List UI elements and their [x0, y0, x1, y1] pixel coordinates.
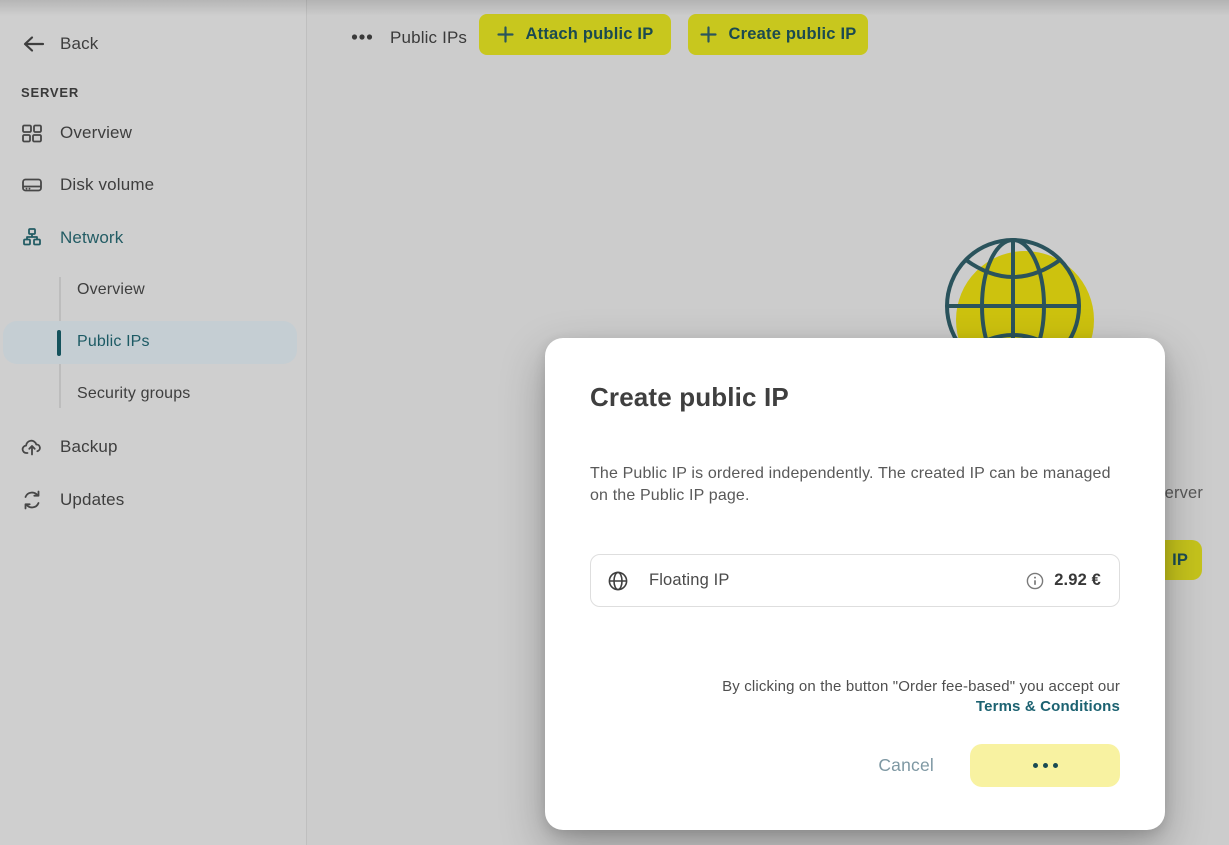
dashboard-icon: [20, 121, 44, 145]
loading-dot: [1053, 763, 1058, 768]
terms-paragraph: By clicking on the button "Order fee-bas…: [588, 677, 1120, 717]
attach-public-ip-label: Attach public IP: [526, 25, 654, 44]
sidebar-item-label: Overview: [60, 123, 132, 143]
create-public-ip-button[interactable]: Create public IP: [688, 14, 868, 55]
modal-actions: Cancel: [878, 744, 1120, 787]
sidebar-item-label: Backup: [60, 437, 118, 457]
globe-icon: [607, 570, 629, 592]
sidebar-item-updates[interactable]: Updates: [0, 484, 306, 516]
sidebar-subitem-public-ips[interactable]: Public IPs: [77, 328, 150, 356]
order-fee-based-button-loading[interactable]: [970, 744, 1120, 787]
sidebar-item-backup[interactable]: Backup: [0, 431, 306, 463]
plus-icon: [700, 26, 717, 43]
sidebar-subitem-security-groups[interactable]: Security groups: [77, 380, 190, 408]
plus-icon: [497, 26, 514, 43]
terms-text: By clicking on the button "Order fee-bas…: [722, 678, 1120, 695]
create-public-ip-label: Create public IP: [729, 25, 857, 44]
page-title: Public IPs: [390, 28, 467, 48]
price-label: 2.92 €: [1054, 571, 1101, 590]
modal-description: The Public IP is ordered independently. …: [590, 463, 1122, 507]
selected-subitem-highlight[interactable]: [3, 321, 297, 364]
selected-subitem-bar: [57, 330, 61, 356]
sidebar-item-label: Disk volume: [60, 175, 154, 195]
network-icon: [20, 226, 44, 250]
ellipsis-icon[interactable]: [351, 31, 373, 43]
back-label: Back: [60, 34, 98, 54]
sidebar-subitem-label: Public IPs: [77, 333, 150, 351]
info-icon[interactable]: [1026, 572, 1044, 590]
disk-icon: [20, 173, 44, 197]
modal-title: Create public IP: [590, 382, 789, 413]
loading-dot: [1043, 763, 1048, 768]
terms-and-conditions-link[interactable]: Terms & Conditions: [976, 698, 1120, 715]
back-button[interactable]: Back: [0, 28, 306, 60]
create-public-ip-modal: Create public IP The Public IP is ordere…: [545, 338, 1165, 830]
loading-dot: [1033, 763, 1038, 768]
sidebar-subitem-label: Overview: [77, 281, 145, 299]
sidebar-section-label: SERVER: [21, 85, 79, 100]
cloud-backup-icon: [20, 435, 44, 459]
sidebar-subitem-network-overview[interactable]: Overview: [77, 276, 145, 304]
floating-ip-label: Floating IP: [649, 571, 730, 590]
sidebar-item-network[interactable]: Network: [0, 222, 306, 254]
refresh-icon: [20, 488, 44, 512]
attach-public-ip-button[interactable]: Attach public IP: [479, 14, 671, 55]
sidebar-item-disk-volume[interactable]: Disk volume: [0, 169, 306, 201]
cancel-button[interactable]: Cancel: [878, 755, 934, 776]
sidebar: Back SERVER Overview Disk volume: [0, 0, 307, 845]
app-root: Back SERVER Overview Disk volume: [0, 0, 1229, 845]
sidebar-item-label: Network: [60, 228, 123, 248]
sidebar-item-overview[interactable]: Overview: [0, 117, 306, 149]
floating-ip-option-row[interactable]: Floating IP 2.92 €: [590, 554, 1120, 607]
sidebar-subitem-label: Security groups: [77, 385, 190, 403]
arrow-left-icon: [22, 35, 46, 53]
sidebar-item-label: Updates: [60, 490, 124, 510]
